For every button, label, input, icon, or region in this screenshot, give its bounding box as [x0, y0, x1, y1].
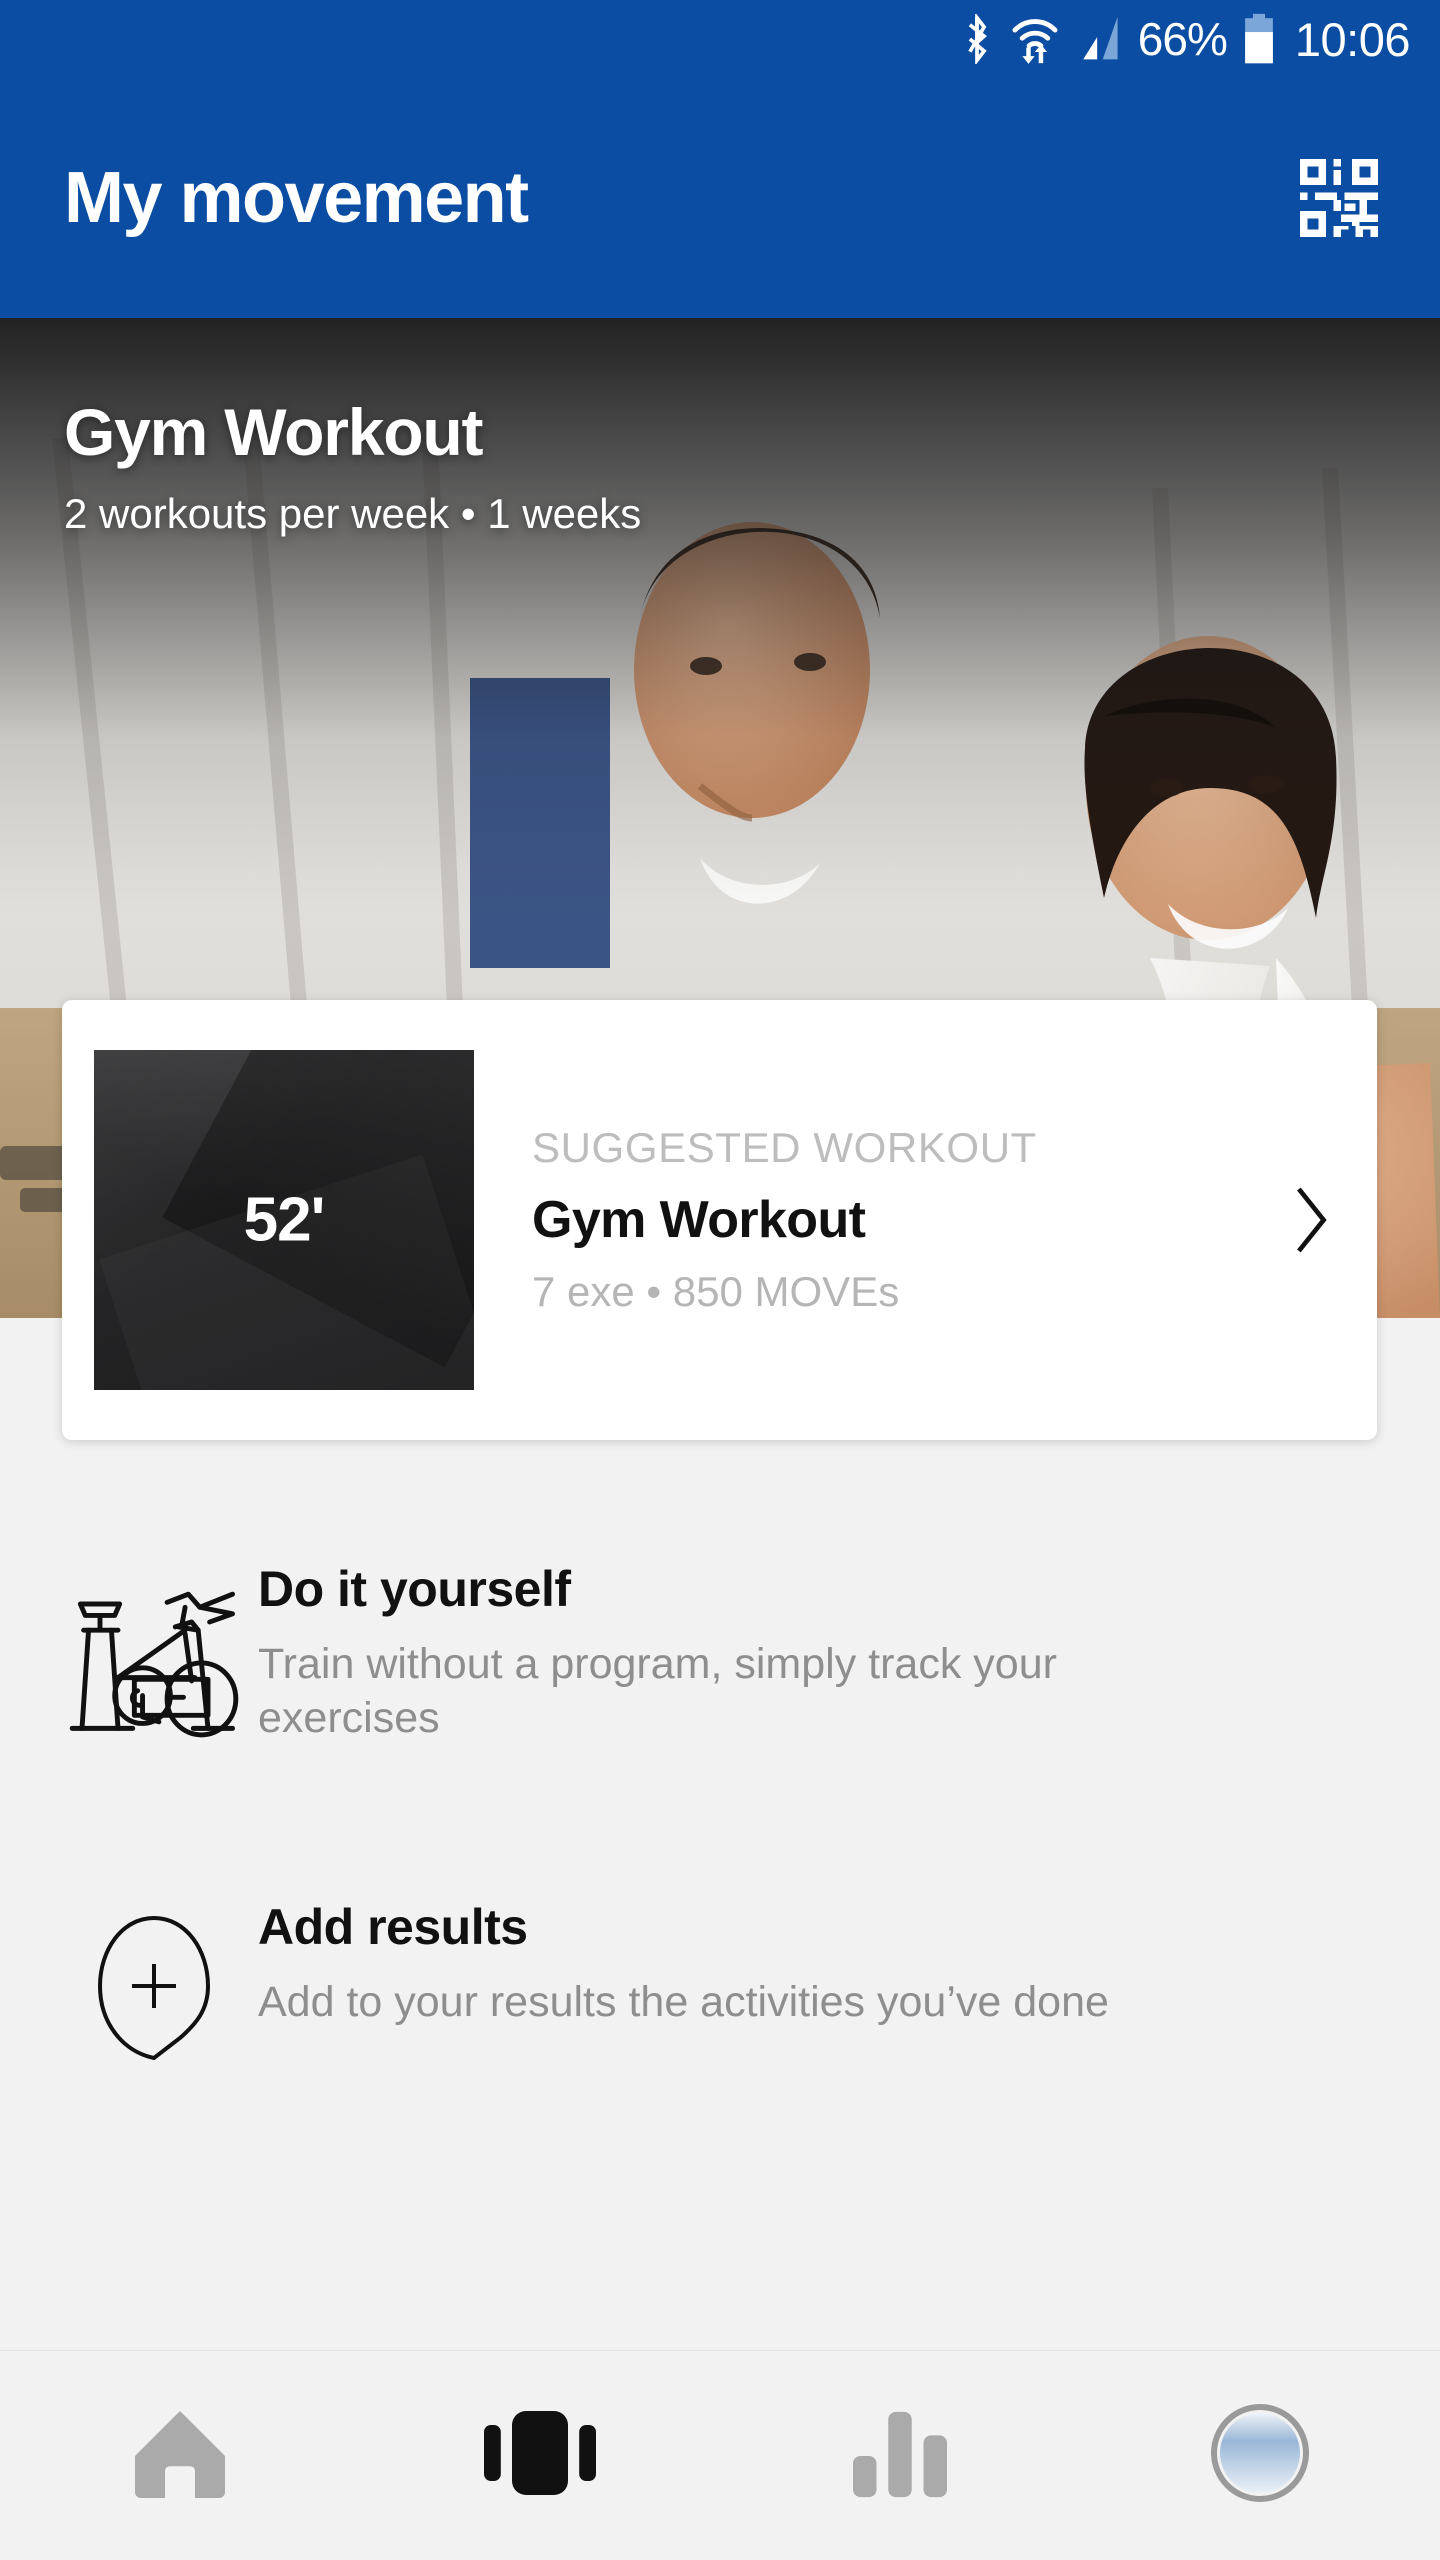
list-item-description: Add to your results the activities you’v… — [258, 1978, 1109, 2026]
card-kicker-label: SUGGESTED WORKOUT — [532, 1124, 1037, 1171]
status-clock: 10:06 — [1294, 12, 1411, 66]
exercise-bike-icon — [64, 1560, 244, 1748]
hero-subtitle: 2 workouts per week • 1 weeks — [64, 490, 642, 537]
status-bar: 66% 10:06 — [0, 0, 1440, 78]
wifi-icon — [1010, 13, 1060, 65]
list-item-add-results[interactable]: Add results Add to your results the acti… — [0, 1898, 1440, 2066]
workout-duration-label: 52' — [243, 1185, 326, 1255]
profile-avatar-icon — [1210, 2403, 1310, 2508]
action-list: Do it yourself Train without a program, … — [0, 1560, 1440, 2066]
card-meta-label: 7 exe • 850 MOVEs — [532, 1268, 900, 1315]
home-icon — [129, 2404, 231, 2507]
cards-carousel-icon — [484, 2407, 596, 2504]
qr-code-icon[interactable] — [1300, 159, 1378, 237]
add-pin-icon — [64, 1898, 244, 2066]
bar-chart-icon — [850, 2406, 950, 2505]
nav-item-statistics[interactable] — [720, 2351, 1080, 2560]
list-item-do-it-yourself[interactable]: Do it yourself Train without a program, … — [0, 1560, 1440, 1748]
battery-percent-label: 66% — [1137, 13, 1228, 65]
battery-icon — [1243, 13, 1275, 65]
bottom-nav — [0, 2351, 1440, 2560]
list-item-description: Train without a program, simply track yo… — [258, 1640, 1057, 1742]
nav-item-programs[interactable] — [360, 2351, 720, 2560]
chevron-right-icon[interactable] — [1247, 1187, 1377, 1253]
list-item-title: Do it yourself — [258, 1561, 571, 1617]
cellular-signal-icon — [1076, 13, 1122, 65]
list-item-title: Add results — [258, 1899, 528, 1955]
nav-item-profile[interactable] — [1080, 2351, 1440, 2560]
nav-item-home[interactable] — [0, 2351, 360, 2560]
app-bar: My movement — [0, 78, 1440, 318]
card-title-label: Gym Workout — [532, 1191, 866, 1249]
suggested-workout-card[interactable]: 52' SUGGESTED WORKOUT Gym Workout 7 exe … — [62, 1000, 1377, 1440]
bluetooth-icon — [960, 14, 994, 64]
workout-thumbnail: 52' — [94, 1050, 474, 1390]
hero-title: Gym Workout — [64, 395, 483, 469]
page-title: My movement — [64, 158, 529, 238]
